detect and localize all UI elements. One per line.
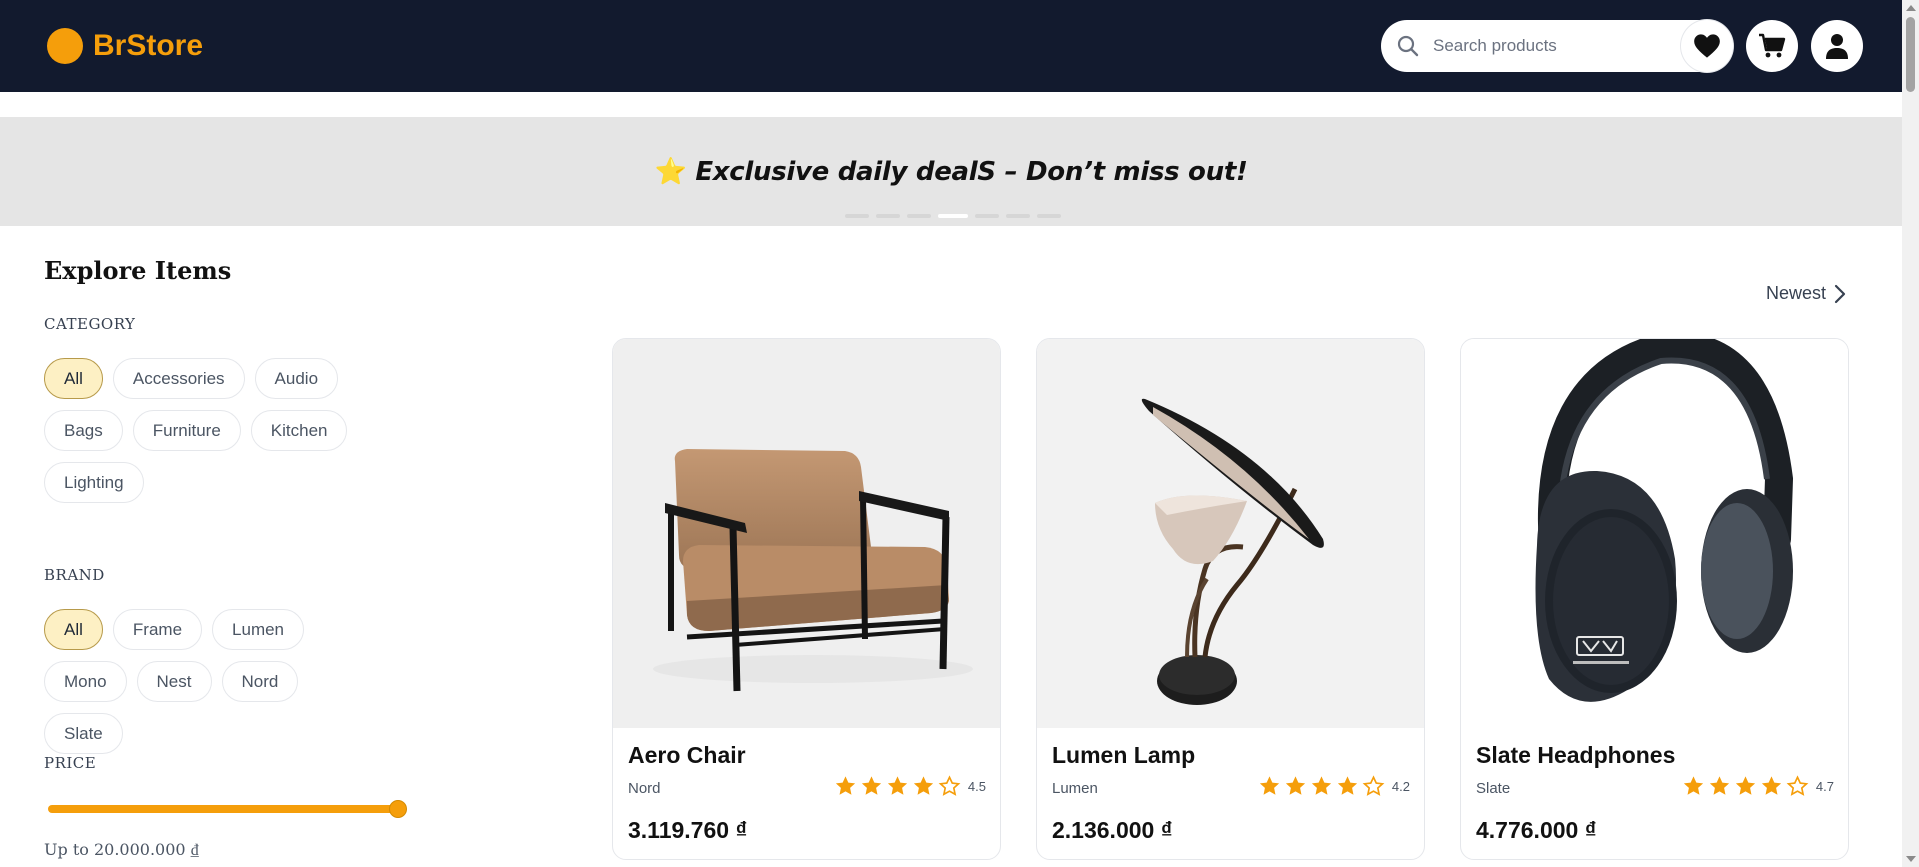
product-card[interactable]: Lumen Lamp Lumen 4.2 2.136.000 ₫ — [1036, 338, 1425, 860]
price-slider-handle[interactable] — [389, 800, 407, 818]
brand-name: BrStore — [93, 29, 204, 62]
category-chips: All Accessories Audio Bags Furniture Kit… — [44, 358, 384, 503]
banner-message: ⭐ Exclusive daily dealS – Don’t miss out… — [0, 157, 1902, 187]
sort-label: Newest — [1766, 283, 1827, 303]
cart-icon — [1759, 33, 1786, 58]
page-scrollbar[interactable] — [1902, 0, 1919, 867]
star-outline-icon — [1786, 775, 1809, 796]
rating-value: 4.5 — [967, 778, 986, 794]
banner-text: Exclusive daily dealS – Don’t miss out! — [695, 157, 1248, 187]
brand-chip-lumen[interactable]: Lumen — [212, 609, 305, 650]
chevron-right-icon — [1834, 284, 1846, 303]
cart-button[interactable] — [1746, 20, 1798, 72]
top-navbar: BrStore — [0, 0, 1902, 92]
product-name[interactable]: Slate Headphones — [1476, 742, 1675, 769]
category-chip-audio[interactable]: Audio — [254, 358, 339, 399]
star-filled-icon — [835, 776, 856, 795]
brand-chip-mono[interactable]: Mono — [44, 661, 127, 702]
carousel-dot[interactable] — [845, 214, 869, 218]
star-filled-icon — [1761, 776, 1782, 795]
search-input[interactable] — [1433, 30, 1668, 62]
product-rating: 4.7 — [1682, 775, 1834, 797]
brand-chips: All Frame Lumen Mono Nest Nord Slate — [44, 609, 364, 754]
category-chip-furniture[interactable]: Furniture — [132, 410, 241, 451]
page: BrStore Search products ⭐ Exclusive dail… — [0, 0, 1919, 867]
carousel-dot[interactable] — [1037, 214, 1061, 218]
rating-value: 4.7 — [1815, 778, 1834, 794]
price-max-note: Up to 20.000.000 ₫ — [44, 840, 199, 859]
heart-icon — [1694, 34, 1720, 58]
carousel-dot-active[interactable] — [938, 214, 968, 218]
category-label: CATEGORY — [44, 315, 136, 333]
star-filled-icon — [913, 776, 934, 795]
promo-banner[interactable]: ⭐ Exclusive daily dealS – Don’t miss out… — [0, 117, 1902, 226]
viewport: BrStore Search products ⭐ Exclusive dail… — [0, 0, 1902, 867]
category-chip-bags[interactable]: Bags — [44, 410, 123, 451]
brand-logo[interactable]: BrStore — [47, 28, 203, 64]
carousel-dots — [845, 214, 1061, 218]
product-price: 3.119.760 ₫ — [628, 817, 748, 843]
category-chip-accessories[interactable]: Accessories — [112, 358, 245, 399]
brand-chip-nord[interactable]: Nord — [221, 661, 299, 702]
star-filled-icon — [1709, 776, 1730, 795]
brand-label: BRAND — [44, 566, 105, 584]
star-emoji-icon: ⭐ — [654, 157, 687, 187]
product-name[interactable]: Lumen Lamp — [1052, 742, 1195, 769]
product-rating: 4.5 — [834, 775, 986, 797]
product-name[interactable]: Aero Chair — [628, 742, 746, 769]
star-filled-icon — [887, 776, 908, 795]
star-outline-icon — [938, 775, 961, 796]
brand-chip-slate[interactable]: Slate — [44, 713, 123, 754]
category-chip-lighting[interactable]: Lighting — [44, 462, 144, 503]
logo-mark-icon — [47, 28, 83, 64]
product-image-lamp[interactable] — [1037, 339, 1424, 728]
rating-value: 4.2 — [1391, 778, 1410, 794]
product-brand: Lumen — [1052, 780, 1098, 797]
carousel-dot[interactable] — [975, 214, 999, 218]
product-image-armchair[interactable] — [613, 339, 1000, 728]
star-filled-icon — [1285, 776, 1306, 795]
star-filled-icon — [861, 776, 882, 795]
brand-chip-nest[interactable]: Nest — [136, 661, 212, 702]
star-filled-icon — [1683, 776, 1704, 795]
brand-chip-all[interactable]: All — [44, 609, 103, 650]
product-rating: 4.2 — [1258, 775, 1410, 797]
price-slider-track[interactable] — [48, 805, 400, 813]
carousel-dot[interactable] — [1006, 214, 1030, 218]
wishlist-button[interactable] — [1681, 20, 1733, 72]
product-card[interactable]: Slate Headphones Slate 4.7 4.776.000 ₫ — [1460, 338, 1849, 860]
category-chip-all[interactable]: All — [44, 358, 103, 399]
product-price: 2.136.000 ₫ — [1052, 817, 1173, 843]
account-button[interactable] — [1811, 20, 1863, 72]
search-icon — [1397, 35, 1419, 57]
product-image-headphones[interactable] — [1461, 339, 1848, 728]
star-outline-icon — [1362, 775, 1385, 796]
price-label: PRICE — [44, 754, 97, 772]
scrollbar-thumb[interactable] — [1906, 17, 1915, 92]
product-card[interactable]: Aero Chair Nord 4.5 3.119.760 ₫ — [612, 338, 1001, 860]
product-price: 4.776.000 ₫ — [1476, 817, 1597, 843]
carousel-dot[interactable] — [876, 214, 900, 218]
explore-title: Explore Items — [44, 256, 232, 285]
star-filled-icon — [1735, 776, 1756, 795]
sort-dropdown[interactable]: Newest — [1766, 283, 1846, 304]
brand-chip-frame[interactable]: Frame — [112, 609, 203, 650]
scroll-up-arrow-icon[interactable] — [1906, 5, 1916, 11]
category-chip-kitchen[interactable]: Kitchen — [250, 410, 348, 451]
user-icon — [1826, 34, 1848, 59]
product-brand: Slate — [1476, 780, 1511, 797]
scroll-down-arrow-icon[interactable] — [1906, 856, 1916, 862]
star-filled-icon — [1311, 776, 1332, 795]
star-filled-icon — [1337, 776, 1358, 795]
product-brand: Nord — [628, 780, 661, 797]
carousel-dot[interactable] — [907, 214, 931, 218]
star-filled-icon — [1259, 776, 1280, 795]
